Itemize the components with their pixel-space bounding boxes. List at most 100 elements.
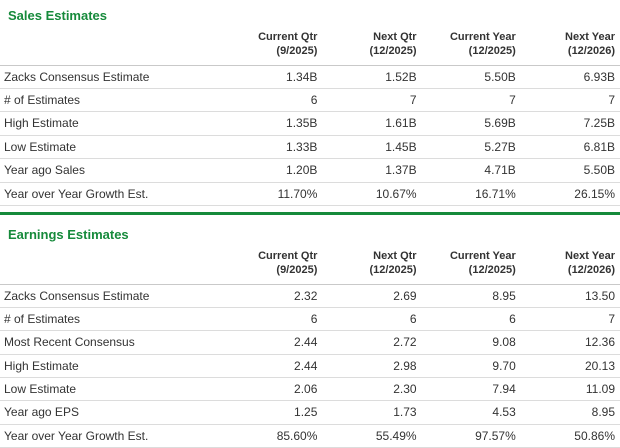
- earnings-header-row: Current Qtr (9/2025) Next Qtr (12/2025) …: [0, 247, 620, 285]
- cell-value: 7: [322, 88, 422, 113]
- column-header-line2: (9/2025): [276, 264, 318, 277]
- cell-value: 16.71%: [421, 182, 521, 206]
- cell-value: 7: [421, 88, 521, 113]
- cell-value: 6.93B: [520, 65, 620, 89]
- row-label: Low Estimate: [0, 377, 224, 402]
- cell-value: 1.34B: [223, 65, 323, 89]
- earnings-estimates-table: Current Qtr (9/2025) Next Qtr (12/2025) …: [0, 247, 620, 448]
- column-header-line1: Current Qtr: [258, 249, 318, 262]
- column-header-line2: (12/2025): [468, 45, 516, 58]
- cell-value: 1.37B: [322, 158, 422, 183]
- column-header-current-qtr: Current Qtr (9/2025): [223, 29, 323, 66]
- cell-value: 2.98: [322, 354, 422, 379]
- earnings-section-title: Earnings Estimates: [8, 226, 129, 242]
- column-header-next-qtr: Next Qtr (12/2025): [322, 29, 422, 66]
- table-row: # of Estimates 6 7 7 7: [0, 88, 620, 113]
- cell-value: 5.27B: [421, 135, 521, 160]
- empty-corner-cell: [0, 247, 224, 285]
- earnings-estimates-section: Earnings Estimates Current Qtr (9/2025) …: [0, 215, 620, 448]
- cell-value: 13.50: [520, 284, 620, 308]
- table-row: Year over Year Growth Est. 11.70% 10.67%…: [0, 182, 620, 206]
- cell-value: 50.86%: [520, 424, 620, 448]
- row-label: # of Estimates: [0, 88, 224, 113]
- row-label: # of Estimates: [0, 307, 224, 332]
- cell-value: 10.67%: [322, 182, 422, 206]
- cell-value: 7: [520, 307, 620, 332]
- cell-value: 7.94: [421, 377, 521, 402]
- column-header-current-qtr: Current Qtr (9/2025): [223, 247, 323, 285]
- column-header-line2: (12/2025): [369, 264, 417, 277]
- row-label: Year ago EPS: [0, 400, 224, 425]
- cell-value: 11.70%: [223, 182, 323, 206]
- cell-value: 5.69B: [421, 111, 521, 136]
- column-header-current-year: Current Year (12/2025): [421, 29, 521, 66]
- column-header-line1: Next Qtr: [373, 249, 417, 262]
- cell-value: 6.81B: [520, 135, 620, 160]
- column-header-line1: Next Year: [565, 249, 615, 262]
- table-row: Zacks Consensus Estimate 1.34B 1.52B 5.5…: [0, 65, 620, 89]
- column-header-next-qtr: Next Qtr (12/2025): [322, 247, 422, 285]
- cell-value: 6: [421, 307, 521, 332]
- cell-value: 55.49%: [322, 424, 422, 448]
- row-label: Year over Year Growth Est.: [0, 182, 224, 206]
- column-header-line1: Current Qtr: [258, 31, 318, 43]
- table-row: Most Recent Consensus 2.44 2.72 9.08 12.…: [0, 330, 620, 355]
- cell-value: 9.08: [421, 330, 521, 355]
- cell-value: 1.61B: [322, 111, 422, 136]
- row-label: Year ago Sales: [0, 158, 224, 183]
- table-row: # of Estimates 6 6 6 7: [0, 307, 620, 332]
- cell-value: 2.44: [223, 354, 323, 379]
- cell-value: 2.32: [223, 284, 323, 308]
- row-label: Year over Year Growth Est.: [0, 424, 224, 448]
- sales-estimates-table: Current Qtr (9/2025) Next Qtr (12/2025) …: [0, 29, 620, 206]
- table-row: Year over Year Growth Est. 85.60% 55.49%…: [0, 424, 620, 448]
- table-row: Zacks Consensus Estimate 2.32 2.69 8.95 …: [0, 284, 620, 308]
- column-header-line2: (12/2026): [567, 45, 615, 58]
- cell-value: 6: [223, 307, 323, 332]
- table-row: High Estimate 1.35B 1.61B 5.69B 7.25B: [0, 111, 620, 136]
- sales-header-row: Current Qtr (9/2025) Next Qtr (12/2025) …: [0, 29, 620, 66]
- column-header-next-year: Next Year (12/2026): [520, 29, 620, 66]
- table-row: Low Estimate 1.33B 1.45B 5.27B 6.81B: [0, 135, 620, 160]
- cell-value: 11.09: [520, 377, 620, 402]
- cell-value: 6: [223, 88, 323, 113]
- cell-value: 20.13: [520, 354, 620, 379]
- row-label: Zacks Consensus Estimate: [0, 284, 224, 308]
- column-header-current-year: Current Year (12/2025): [421, 247, 521, 285]
- cell-value: 4.71B: [421, 158, 521, 183]
- column-header-line1: Current Year: [449, 249, 516, 262]
- cell-value: 1.52B: [322, 65, 422, 89]
- column-header-line2: (9/2025): [276, 45, 318, 58]
- cell-value: 2.44: [223, 330, 323, 355]
- row-label: Zacks Consensus Estimate: [0, 65, 224, 89]
- cell-value: 85.60%: [223, 424, 323, 448]
- sales-section-title: Sales Estimates: [8, 8, 108, 23]
- cell-value: 1.20B: [223, 158, 323, 183]
- row-label: Most Recent Consensus: [0, 330, 224, 355]
- cell-value: 5.50B: [421, 65, 521, 89]
- cell-value: 7: [520, 88, 620, 113]
- column-header-line2: (12/2026): [567, 264, 615, 277]
- cell-value: 26.15%: [520, 182, 620, 206]
- column-header-line2: (12/2025): [468, 264, 516, 277]
- row-label: Low Estimate: [0, 135, 224, 160]
- table-row: Year ago Sales 1.20B 1.37B 4.71B 5.50B: [0, 158, 620, 183]
- empty-corner-cell: [0, 29, 224, 66]
- cell-value: 8.95: [421, 284, 521, 308]
- column-header-line1: Next Qtr: [373, 31, 417, 43]
- cell-value: 2.30: [322, 377, 422, 402]
- cell-value: 9.70: [421, 354, 521, 379]
- cell-value: 4.53: [421, 400, 521, 425]
- table-row: Low Estimate 2.06 2.30 7.94 11.09: [0, 377, 620, 402]
- cell-value: 5.50B: [520, 158, 620, 183]
- column-header-next-year: Next Year (12/2026): [520, 247, 620, 285]
- cell-value: 1.45B: [322, 135, 422, 160]
- row-label: High Estimate: [0, 354, 224, 379]
- table-row: High Estimate 2.44 2.98 9.70 20.13: [0, 354, 620, 379]
- cell-value: 6: [322, 307, 422, 332]
- cell-value: 97.57%: [421, 424, 521, 448]
- cell-value: 1.33B: [223, 135, 323, 160]
- cell-value: 8.95: [520, 400, 620, 425]
- column-header-line1: Current Year: [449, 31, 516, 43]
- row-label: High Estimate: [0, 111, 224, 136]
